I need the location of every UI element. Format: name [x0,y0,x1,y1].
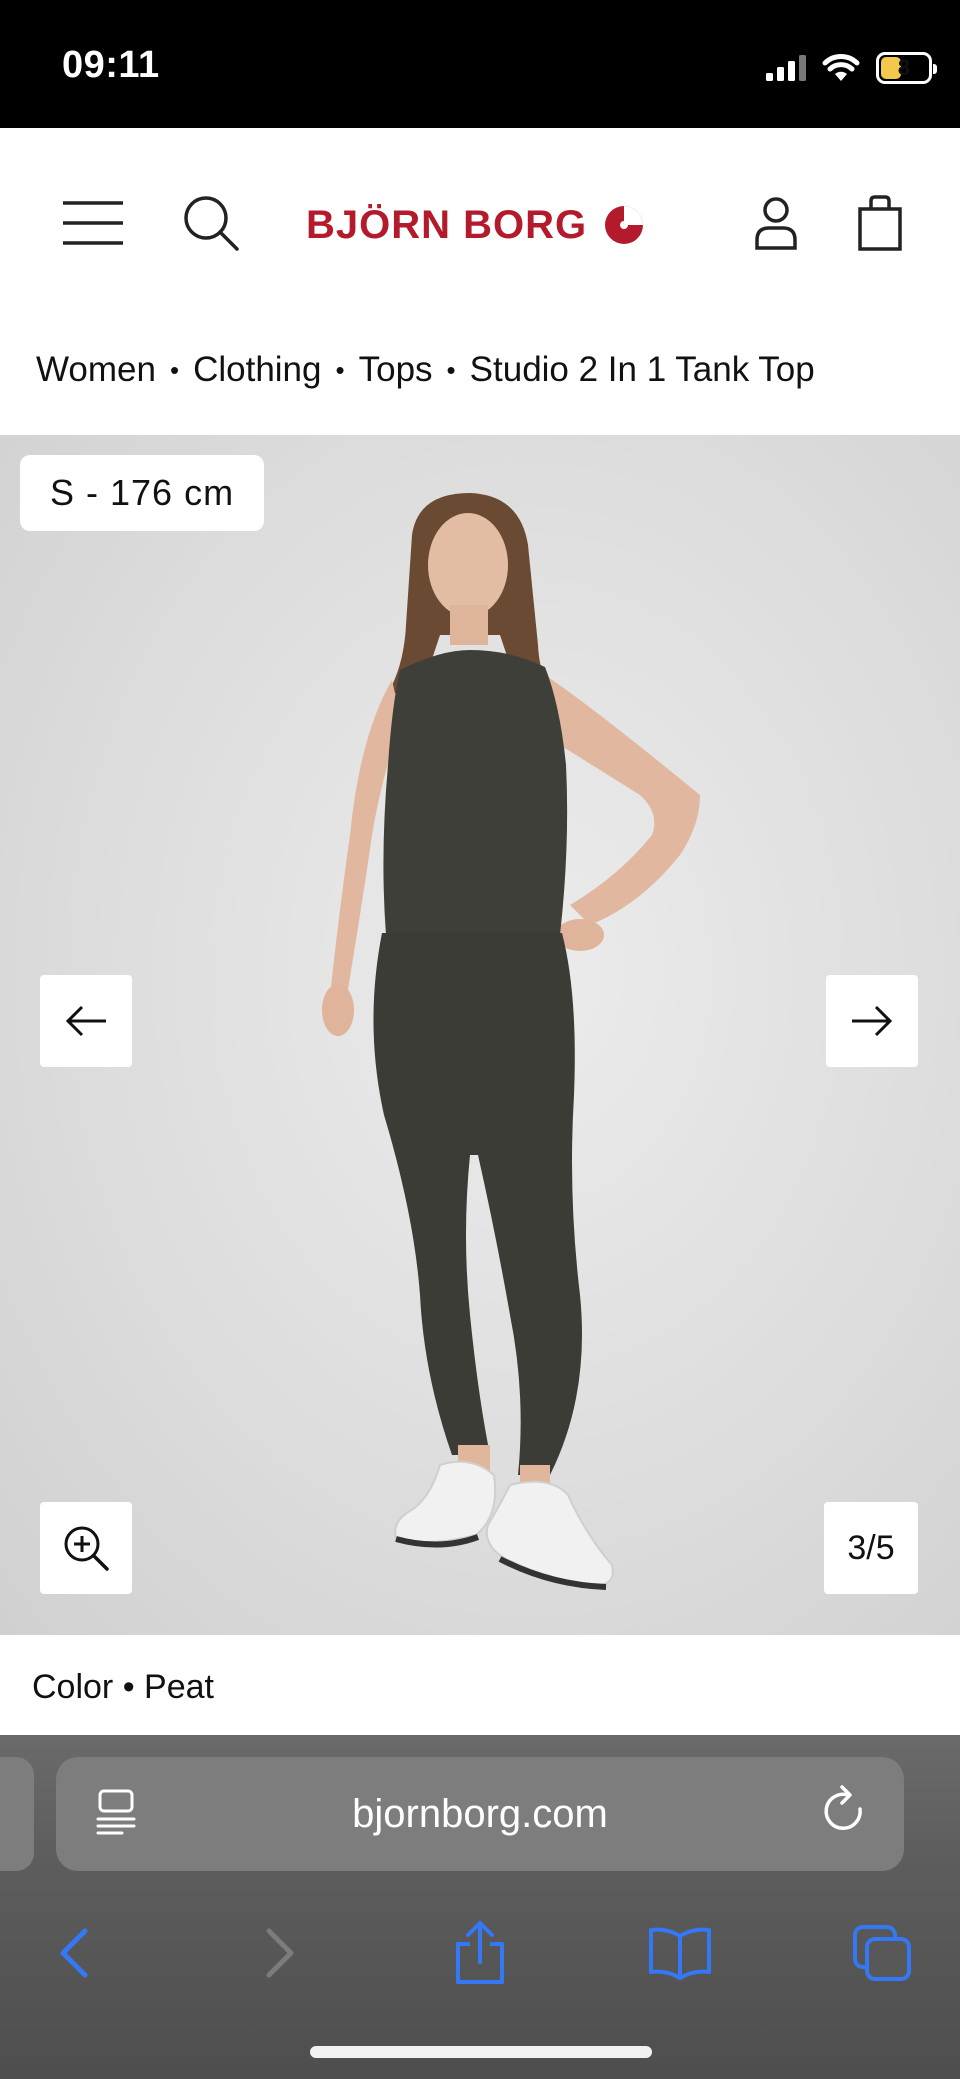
account-icon [755,197,797,250]
search-icon [184,196,239,251]
reader-icon[interactable] [94,1787,140,1837]
account-button[interactable] [748,188,804,258]
tabs-button[interactable] [842,1913,922,1993]
status-bar: 09:11 8 [0,0,960,128]
arrow-left-icon [65,1005,106,1037]
product-gallery[interactable]: S - 176 cm 3/5 [0,435,960,1635]
share-button[interactable] [440,1913,520,1993]
reload-icon[interactable] [820,1785,870,1839]
menu-button[interactable] [56,190,130,256]
battery-icon: 8 [876,52,937,84]
arrow-right-icon [852,1005,893,1037]
site-header: BJÖRN BORG [0,128,960,318]
breadcrumb-separator: • [169,354,180,385]
previous-tab-preview[interactable] [0,1757,34,1871]
url-text: bjornborg.com [352,1791,608,1836]
breadcrumb-separator: • [335,354,345,385]
menu-icon [63,201,123,245]
next-image-button[interactable] [826,975,918,1067]
back-button[interactable] [34,1913,114,1993]
browser-nav-bar [0,1905,960,2005]
breadcrumb-clothing[interactable]: Clothing [193,350,321,390]
brand-name: BJÖRN BORG [306,202,588,247]
forward-button[interactable] [240,1913,320,1993]
breadcrumb-separator: • [446,354,456,385]
brand-logo[interactable]: BJÖRN BORG [306,198,645,252]
breadcrumb-women[interactable]: Women [36,350,156,390]
breadcrumb-tops[interactable]: Tops [359,350,433,390]
brand-logo-icon [605,206,644,244]
back-icon [60,1928,88,1978]
product-color: Color • Peat [32,1668,214,1706]
signal-icon [766,55,806,81]
browser-toolbar: bjornborg.com [0,1735,960,2079]
search-button[interactable] [176,188,246,258]
breadcrumb-current: Studio 2 In 1 Tank Top [469,350,815,389]
wifi-icon [822,54,860,81]
battery-level: 8 [897,55,911,80]
status-icons: 8 [766,48,937,88]
share-icon [456,1921,504,1984]
home-indicator [310,2046,652,2058]
previous-image-button[interactable] [40,975,132,1067]
cart-button[interactable] [852,186,908,260]
bookmarks-icon [649,1927,711,1980]
zoom-in-icon [64,1526,109,1571]
tabs-icon [853,1925,911,1981]
bag-icon [858,195,902,251]
status-time: 09:11 [62,44,160,86]
image-counter: 3/5 [824,1502,918,1594]
forward-icon [266,1928,294,1978]
zoom-button[interactable] [40,1502,132,1594]
bookmarks-button[interactable] [640,1913,720,1993]
address-bar[interactable]: bjornborg.com [56,1757,904,1871]
model-size-badge: S - 176 cm [20,455,265,531]
product-image [322,493,700,1590]
breadcrumb: Women • Clothing • Tops • Studio 2 In 1 … [36,350,815,390]
